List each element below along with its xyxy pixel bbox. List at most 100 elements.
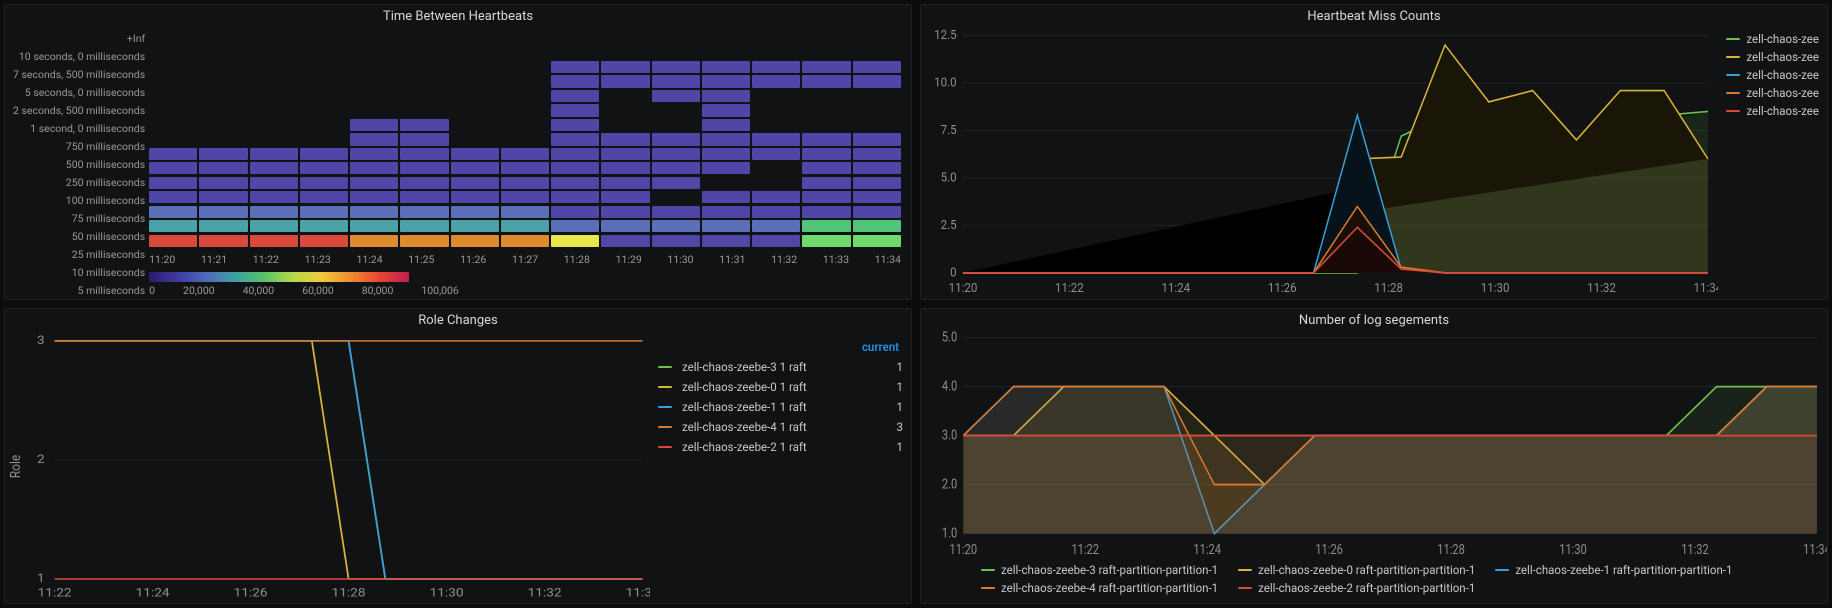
heatmap-cell — [300, 206, 348, 218]
heatmap-cell — [551, 191, 599, 203]
heatmap-cell — [501, 177, 549, 189]
heatmap-cell — [250, 148, 298, 160]
heatmap-cell — [501, 191, 549, 203]
heatmap-cell — [300, 104, 348, 116]
heatmap-cell — [802, 148, 850, 160]
legend-item[interactable]: zell-chaos-zeebe-4 raft-partition-partit… — [981, 581, 1218, 595]
legend-label[interactable]: zell-chaos-zeebe-2 1 raft — [682, 440, 852, 454]
heatmap-cell — [752, 235, 800, 247]
heatmap-cell — [652, 90, 700, 102]
legend-item[interactable]: zell-chaos-zee — [1726, 86, 1819, 100]
heatmap-cell — [451, 206, 499, 218]
heatmap-y-label: 10 seconds, 0 milliseconds — [19, 50, 145, 63]
heatmap-cell — [250, 32, 298, 44]
heatmap-cell — [451, 220, 499, 232]
heatmap-cell — [350, 162, 398, 174]
svg-text:3.0: 3.0 — [942, 427, 957, 444]
legend-item[interactable]: zell-chaos-zeebe-2 raft-partition-partit… — [1238, 581, 1475, 595]
heatmap-cell — [551, 235, 599, 247]
heatmap-x-label: 11:32 — [771, 253, 797, 266]
legend-swatch — [658, 386, 672, 388]
legend-swatch — [1238, 569, 1252, 571]
heatmap-cell — [551, 32, 599, 44]
heatmap-cell — [802, 133, 850, 145]
panel-log-segments[interactable]: Number of log segements 1.02.03.04.05.01… — [920, 308, 1828, 604]
heatmap-cell — [853, 75, 901, 87]
svg-text:11:34: 11:34 — [1694, 281, 1719, 296]
heatmap-cell — [400, 148, 448, 160]
svg-text:11:34: 11:34 — [626, 586, 650, 600]
colorbar-label: 60,000 — [302, 284, 334, 297]
panel-role-changes[interactable]: Role Changes 123Role11:2211:2411:2611:28… — [4, 308, 912, 604]
heatmap-cell — [501, 104, 549, 116]
heatmap-cell — [702, 191, 750, 203]
legend-swatch — [658, 366, 672, 368]
heatmap-cell — [702, 133, 750, 145]
heatmap-cell — [350, 191, 398, 203]
heatmap-cell — [451, 46, 499, 58]
legend-item[interactable]: zell-chaos-zee — [1726, 68, 1819, 82]
heatmap-y-label: 50 milliseconds — [72, 230, 145, 243]
heatmap-cell — [702, 90, 750, 102]
heatmap-cell — [802, 220, 850, 232]
heatmap-cell — [652, 162, 700, 174]
heatmap-cell — [149, 148, 197, 160]
heatmap-cell — [149, 75, 197, 87]
heatmap-cell — [601, 206, 649, 218]
svg-text:0: 0 — [950, 266, 957, 281]
svg-text:11:22: 11:22 — [1055, 281, 1084, 296]
heatmap-cell — [199, 46, 247, 58]
heatmap-cell — [350, 61, 398, 73]
heatmap-cell — [451, 90, 499, 102]
heatmap-cell — [802, 191, 850, 203]
heatmap-cell — [350, 46, 398, 58]
heatmap-cell — [149, 32, 197, 44]
legend-label[interactable]: zell-chaos-zeebe-3 1 raft — [682, 360, 852, 374]
legend-label[interactable]: zell-chaos-zeebe-4 1 raft — [682, 420, 852, 434]
colorbar-label: 100,006 — [421, 284, 458, 297]
heatmap-x-label: 11:34 — [875, 253, 901, 266]
heatmap-cell — [752, 177, 800, 189]
legend-label[interactable]: zell-chaos-zeebe-1 1 raft — [682, 400, 852, 414]
legend-item[interactable]: zell-chaos-zee — [1726, 104, 1819, 118]
heatmap-cell — [149, 104, 197, 116]
heatmap-cell — [652, 206, 700, 218]
svg-text:2: 2 — [37, 453, 45, 467]
legend-swatch — [1726, 74, 1740, 76]
legend-label: zell-chaos-zeebe-0 raft-partition-partit… — [1258, 563, 1475, 577]
heatmap-cell — [601, 46, 649, 58]
heatmap-cell — [853, 206, 901, 218]
heatmap-cell — [250, 235, 298, 247]
heatmap-y-label: 250 milliseconds — [66, 176, 145, 189]
legend-item[interactable]: zell-chaos-zeebe-1 raft-partition-partit… — [1495, 563, 1732, 577]
heatmap-cell — [250, 119, 298, 131]
svg-text:4.0: 4.0 — [942, 378, 957, 395]
legend-label[interactable]: zell-chaos-zeebe-0 1 raft — [682, 380, 852, 394]
legend-item[interactable]: zell-chaos-zeebe-3 raft-partition-partit… — [981, 563, 1218, 577]
legend-item[interactable]: zell-chaos-zeebe-0 raft-partition-partit… — [1238, 563, 1475, 577]
heatmap-cell — [199, 220, 247, 232]
legend-label: zell-chaos-zeebe-3 raft-partition-partit… — [1001, 563, 1218, 577]
heatmap-cell — [702, 104, 750, 116]
svg-text:2.5: 2.5 — [941, 218, 957, 233]
heatmap-cell — [199, 61, 247, 73]
legend-item[interactable]: zell-chaos-zee — [1726, 32, 1819, 46]
heatmap-cell — [752, 46, 800, 58]
heatmap-cell — [802, 206, 850, 218]
panel-time-between-heartbeats[interactable]: Time Between Heartbeats +Inf10 seconds, … — [4, 4, 912, 300]
legend-value: 1 — [862, 400, 903, 414]
heatmap-cell — [400, 104, 448, 116]
heatmap-cell — [400, 220, 448, 232]
heatmap-cell — [350, 32, 398, 44]
panel-heartbeat-miss-counts[interactable]: Heartbeat Miss Counts 02.55.07.510.012.5… — [920, 4, 1828, 300]
heatmap-cell — [199, 235, 247, 247]
heatmap-cell — [652, 191, 700, 203]
svg-text:7.5: 7.5 — [941, 123, 957, 138]
svg-text:11:28: 11:28 — [332, 586, 366, 600]
heatmap-cell — [300, 162, 348, 174]
legend-swatch — [1238, 587, 1252, 589]
legend-item[interactable]: zell-chaos-zee — [1726, 50, 1819, 64]
legend-label: zell-chaos-zee — [1746, 86, 1819, 100]
heatmap-cell — [350, 119, 398, 131]
heatmap-cell — [350, 104, 398, 116]
